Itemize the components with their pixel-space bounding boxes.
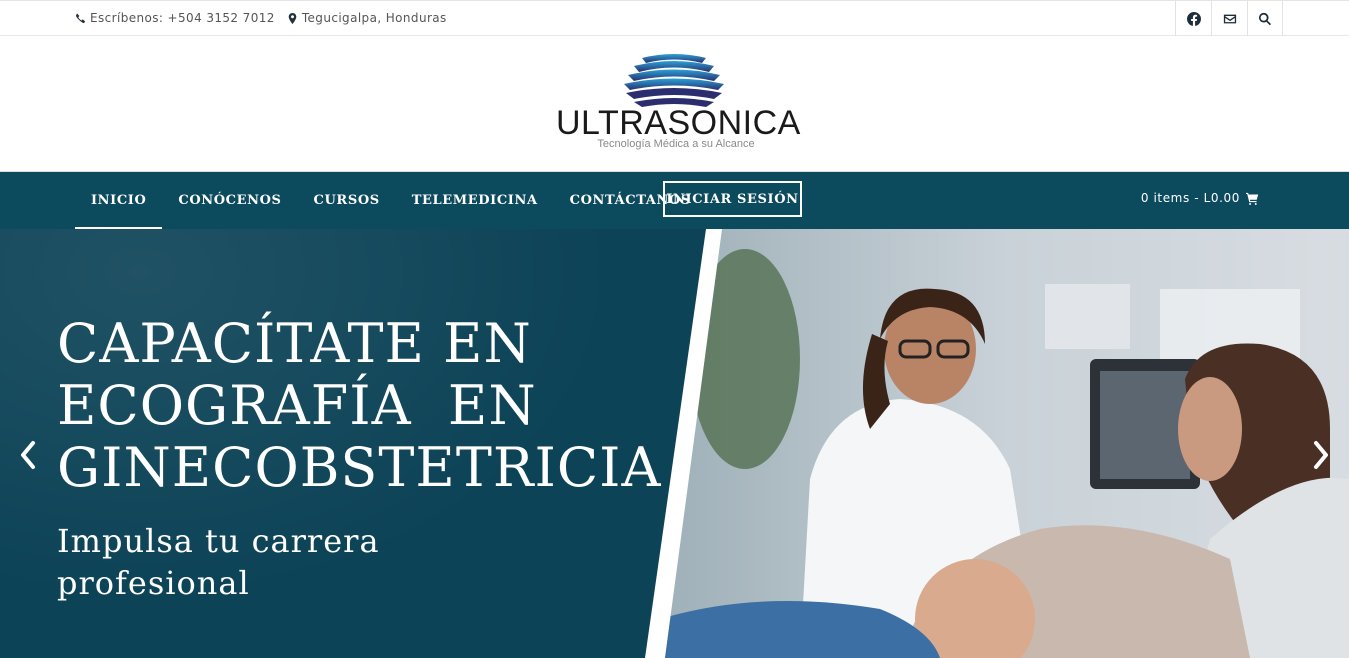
phone-contact[interactable]: Escríbenos: +504 3152 7012 bbox=[75, 11, 275, 25]
main-nav: INICIO CONÓCENOS CURSOS TELEMEDICINA CON… bbox=[0, 172, 1349, 229]
social-links bbox=[1175, 1, 1283, 36]
hero-subtitle-line: Impulsa tu carrera bbox=[57, 522, 380, 560]
hero-slider: CAPACÍTATE EN ECOGRAFÍA EN GINECOBSTETRI… bbox=[0, 229, 1349, 658]
nav-item-inicio[interactable]: INICIO bbox=[75, 172, 163, 229]
map-marker-icon bbox=[288, 12, 297, 24]
envelope-icon bbox=[1223, 14, 1236, 23]
location-text: Tegucigalpa, Honduras bbox=[301, 11, 447, 25]
facebook-button[interactable] bbox=[1175, 1, 1211, 36]
nav-item-telemedicina[interactable]: TELEMEDICINA bbox=[396, 172, 554, 229]
phone-icon bbox=[75, 13, 86, 23]
email-button[interactable] bbox=[1211, 1, 1247, 36]
hero-title-line: GINECOBSTETRICIA bbox=[57, 436, 662, 499]
hero-title: CAPACÍTATE EN ECOGRAFÍA EN GINECOBSTETRI… bbox=[57, 313, 677, 499]
search-icon bbox=[1259, 12, 1272, 25]
slider-prev-button[interactable] bbox=[16, 439, 40, 471]
login-button[interactable]: INICIAR SESIÓN bbox=[663, 181, 802, 217]
site-logo[interactable]: ULTRASONICA Tecnología Médica a su Alcan… bbox=[556, 52, 801, 152]
hero-subtitle: Impulsa tu carrera profesional bbox=[57, 520, 557, 604]
logo-waves-icon bbox=[624, 54, 724, 107]
hero-title-line: ECOGRAFÍA EN bbox=[57, 374, 537, 437]
hero-subtitle-line: profesional bbox=[57, 564, 250, 602]
cart-icon bbox=[1246, 192, 1259, 205]
location-contact: Tegucigalpa, Honduras bbox=[287, 11, 447, 25]
hero-title-line: CAPACÍTATE EN bbox=[57, 312, 532, 375]
nav-item-conocenos[interactable]: CONÓCENOS bbox=[162, 172, 297, 229]
facebook-icon bbox=[1186, 11, 1201, 26]
logo-brand: ULTRASONICA bbox=[556, 104, 801, 142]
top-bar: Escríbenos: +504 3152 7012 Tegucigalpa, … bbox=[0, 0, 1349, 36]
nav-menu: INICIO CONÓCENOS CURSOS TELEMEDICINA CON… bbox=[75, 172, 707, 229]
logo-tagline: Tecnología Médica a su Alcance bbox=[597, 138, 755, 150]
phone-text: Escríbenos: +504 3152 7012 bbox=[90, 11, 275, 25]
nav-item-cursos[interactable]: CURSOS bbox=[298, 172, 396, 229]
cart-link[interactable]: 0 items - L0.00 bbox=[1141, 191, 1259, 205]
slider-next-button[interactable] bbox=[1309, 439, 1333, 471]
chevron-right-icon bbox=[1314, 441, 1328, 469]
cart-summary: 0 items - L0.00 bbox=[1140, 191, 1240, 205]
chevron-left-icon bbox=[21, 441, 35, 469]
site-header: ULTRASONICA Tecnología Médica a su Alcan… bbox=[0, 36, 1349, 172]
contact-info: Escríbenos: +504 3152 7012 Tegucigalpa, … bbox=[75, 11, 447, 25]
search-button[interactable] bbox=[1247, 1, 1283, 36]
